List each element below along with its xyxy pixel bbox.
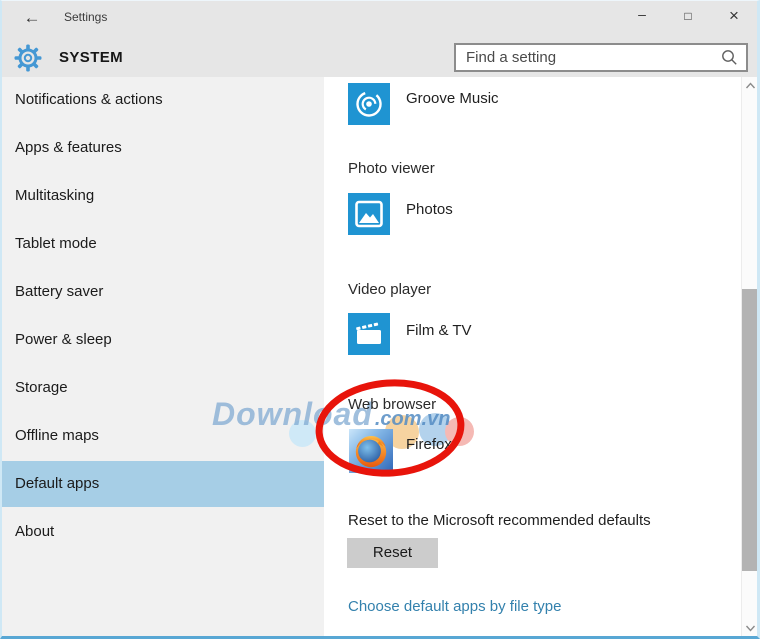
video-player-app-label[interactable]: Film & TV: [406, 321, 472, 341]
sidebar-item-about[interactable]: About: [2, 509, 324, 555]
vertical-scrollbar[interactable]: [741, 77, 757, 636]
reset-heading: Reset to the Microsoft recommended defau…: [348, 512, 651, 529]
film-tv-tile[interactable]: [348, 313, 390, 355]
choose-defaults-by-filetype-link[interactable]: Choose default apps by file type: [348, 598, 561, 615]
sidebar-item-offline-maps[interactable]: Offline maps: [2, 413, 324, 459]
sidebar-item-battery-saver[interactable]: Battery saver: [2, 269, 324, 315]
photos-icon: [355, 200, 383, 228]
groove-music-icon: [356, 91, 382, 117]
close-button[interactable]: ×: [711, 1, 757, 32]
sidebar: Notifications & actions Apps & features …: [2, 77, 324, 636]
sidebar-item-apps-features[interactable]: Apps & features: [2, 125, 324, 171]
gear-icon: [14, 44, 42, 72]
firefox-tile[interactable]: [349, 429, 393, 473]
default-apps-panel: Groove Music Photo viewer Photos Video p…: [324, 77, 740, 636]
window-title: Settings: [64, 10, 108, 24]
back-button[interactable]: ←: [18, 6, 46, 30]
sidebar-item-default-apps[interactable]: Default apps: [2, 461, 324, 507]
sidebar-item-storage[interactable]: Storage: [2, 365, 324, 411]
sidebar-item-tablet-mode[interactable]: Tablet mode: [2, 221, 324, 267]
scroll-down-icon[interactable]: [742, 621, 757, 635]
photo-viewer-app-label[interactable]: Photos: [406, 200, 453, 220]
firefox-icon: [355, 436, 387, 468]
window-chrome: ← Settings – □ × SYSTEM: [2, 1, 757, 77]
web-browser-heading: Web browser: [348, 396, 437, 413]
groove-music-tile[interactable]: [348, 83, 390, 125]
window-controls: – □ ×: [619, 1, 757, 32]
page-title: SYSTEM: [59, 49, 124, 66]
search-input[interactable]: [456, 49, 721, 66]
minimize-button[interactable]: –: [619, 1, 665, 32]
photos-tile[interactable]: [348, 193, 390, 235]
sidebar-item-power-sleep[interactable]: Power & sleep: [2, 317, 324, 363]
film-tv-icon: [356, 322, 381, 344]
music-player-app-label[interactable]: Groove Music: [406, 89, 499, 109]
reset-button[interactable]: Reset: [347, 538, 438, 568]
search-icon[interactable]: [721, 49, 739, 67]
maximize-button[interactable]: □: [665, 1, 711, 32]
scroll-up-icon[interactable]: [742, 79, 757, 93]
web-browser-app-label[interactable]: Firefox: [406, 435, 452, 455]
scrollbar-thumb[interactable]: [742, 289, 757, 571]
settings-window: Notifications & actions Apps & features …: [0, 0, 760, 639]
search-box: [454, 43, 748, 72]
sidebar-item-multitasking[interactable]: Multitasking: [2, 173, 324, 219]
sidebar-item-notifications[interactable]: Notifications & actions: [2, 77, 324, 123]
photo-viewer-heading: Photo viewer: [348, 160, 435, 177]
video-player-heading: Video player: [348, 281, 432, 298]
